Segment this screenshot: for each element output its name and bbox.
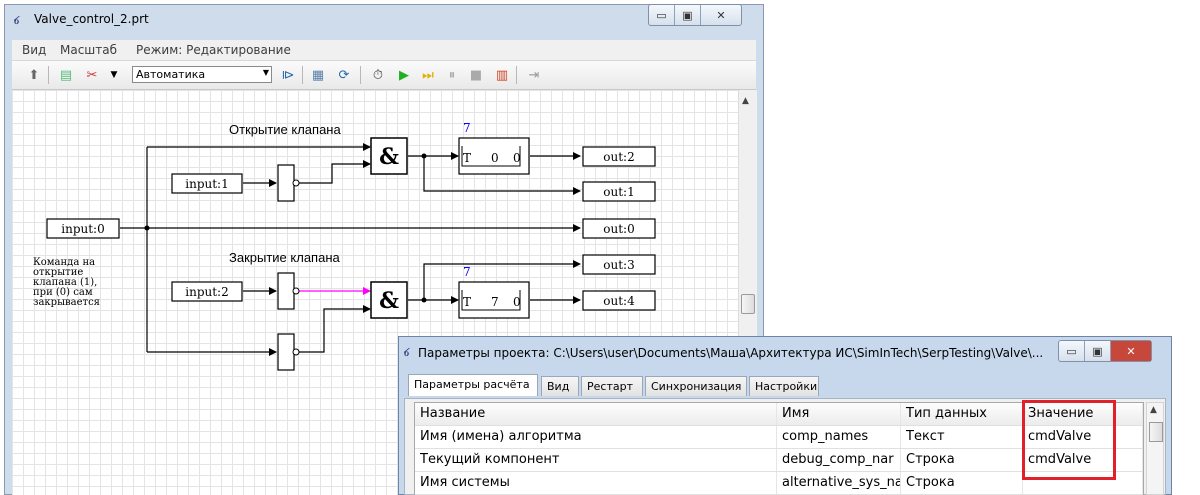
svg-text:input:0: input:0 — [61, 222, 104, 236]
param-id: alternative_sys_na — [777, 472, 901, 494]
scroll-thumb[interactable] — [741, 294, 755, 314]
svg-text:7: 7 — [491, 295, 499, 309]
svg-text:0: 0 — [513, 151, 521, 165]
scroll-up-icon[interactable]: ▲ — [742, 96, 749, 106]
param-type: Текст — [901, 426, 1023, 448]
svg-text:T: T — [463, 295, 471, 309]
dialog-app-icon: ℴ̸ — [399, 345, 418, 362]
svg-text:out:3: out:3 — [603, 258, 634, 272]
svg-text:out:1: out:1 — [603, 185, 634, 199]
maximize-icon[interactable]: ▣ — [1085, 341, 1111, 361]
dialog-window-controls: ▭ ▣ ✕ — [1058, 340, 1152, 362]
column-header[interactable]: Имя — [777, 403, 901, 425]
tab-calc-params[interactable]: Параметры расчёта — [408, 374, 538, 396]
svg-text:out:2: out:2 — [603, 150, 634, 164]
open-valve-title: Открытие клапана — [229, 122, 341, 137]
minimize-icon[interactable]: ▭ — [1059, 341, 1085, 361]
scroll-thumb[interactable] — [1149, 422, 1163, 442]
tab-view[interactable]: Вид — [541, 376, 579, 396]
output-block[interactable]: out:0 — [582, 218, 656, 239]
scroll-up-icon[interactable]: ▲ — [1150, 405, 1157, 415]
svg-text:7: 7 — [463, 121, 471, 135]
svg-text:out:4: out:4 — [603, 294, 635, 308]
svg-text:input:1: input:1 — [185, 177, 228, 191]
tab-restart[interactable]: Рестарт — [581, 376, 643, 396]
svg-text:T: T — [463, 151, 471, 165]
svg-text:&: & — [379, 288, 399, 314]
input-block[interactable]: input:0 — [46, 218, 120, 239]
input-block[interactable]: input:1 — [171, 173, 243, 194]
close-valve-title: Закрытие клапана — [229, 250, 340, 265]
param-type: Строка — [901, 449, 1023, 471]
param-name: Текущий компонент — [415, 449, 777, 471]
dialog-title: Параметры проекта: C:\Users\user\Documen… — [418, 346, 1044, 360]
svg-text:0: 0 — [491, 151, 499, 165]
svg-text:ℴ̸: ℴ̸ — [404, 346, 410, 359]
close-icon[interactable]: ✕ — [1111, 341, 1151, 361]
not-block[interactable] — [277, 164, 300, 202]
not-block[interactable] — [277, 272, 300, 310]
output-block[interactable]: out:1 — [582, 181, 656, 202]
param-type: Строка — [901, 472, 1023, 494]
svg-text:7: 7 — [463, 265, 471, 279]
command-note: Команда на открытие клапана (1), при (0)… — [33, 257, 100, 308]
output-block[interactable]: out:4 — [582, 290, 656, 311]
input-block[interactable]: input:2 — [171, 281, 243, 302]
svg-text:input:2: input:2 — [185, 285, 228, 299]
svg-text:out:0: out:0 — [603, 222, 634, 236]
param-id: comp_names — [777, 426, 901, 448]
svg-text:закрывается: закрывается — [33, 297, 100, 308]
column-header[interactable]: Тип данных — [901, 403, 1023, 425]
tab-settings[interactable]: Настройки — [749, 376, 819, 396]
param-id: debug_comp_nar — [777, 449, 901, 471]
and-block[interactable]: & — [370, 137, 408, 175]
output-block[interactable]: out:3 — [582, 254, 656, 275]
table-scrollbar[interactable] — [1146, 402, 1164, 495]
svg-text:&: & — [379, 144, 399, 170]
svg-text:0: 0 — [513, 295, 521, 309]
column-header[interactable]: Название — [415, 403, 777, 425]
param-name: Имя системы — [415, 472, 777, 494]
param-name: Имя (имена) алгоритма — [415, 426, 777, 448]
tab-sync[interactable]: Синхронизация — [645, 376, 747, 396]
and-block[interactable]: & — [370, 281, 408, 319]
value-column-highlight — [1022, 400, 1116, 480]
timer-block[interactable]: 7 T 0 0 — [458, 121, 530, 175]
not-block[interactable] — [277, 333, 300, 371]
output-block[interactable]: out:2 — [582, 146, 656, 167]
timer-block[interactable]: 7 T 7 0 — [458, 265, 530, 319]
